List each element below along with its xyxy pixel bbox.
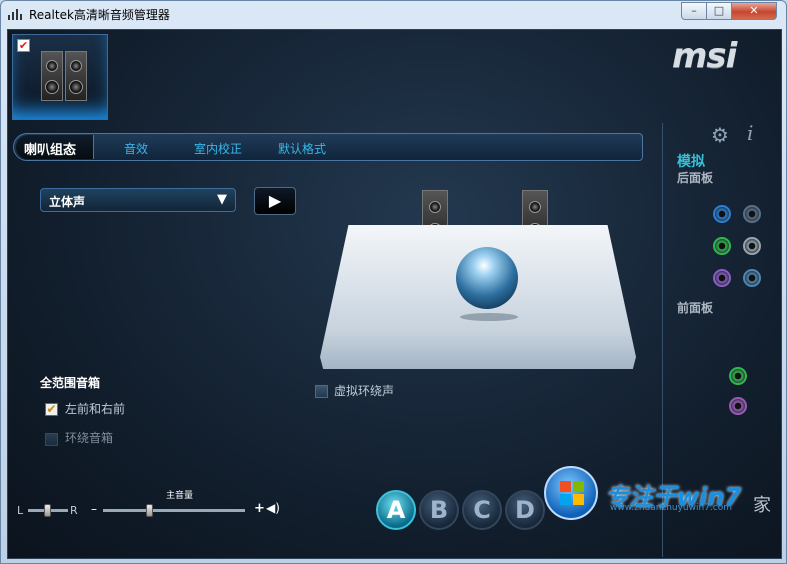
rear-panel-label: 后面板 (677, 171, 714, 185)
msi-logo: msi (672, 36, 737, 76)
listener-shadow (460, 313, 518, 321)
watermark-url: www.zhuanzhuyuwin7.com (610, 503, 733, 513)
tab-speaker-config[interactable]: 喇叭组态 (16, 135, 94, 159)
front-lr-label: 左前和右前 (65, 402, 126, 416)
preset-c-button[interactable]: C (462, 490, 502, 530)
balance-left-label: L (17, 504, 24, 517)
balance-slider[interactable] (28, 504, 68, 517)
preset-d-button[interactable]: D (505, 490, 545, 530)
preset-a-button[interactable]: A (376, 490, 416, 530)
rear-jack-1[interactable] (713, 205, 731, 223)
tab-bar: 喇叭组态 音效 室内校正 默认格式 (13, 133, 643, 161)
front-jack-1[interactable] (729, 367, 747, 385)
volume-bars-icon (8, 8, 24, 20)
rear-jack-2[interactable] (743, 205, 761, 223)
preset-b-button[interactable]: B (419, 490, 459, 530)
main-volume-slider[interactable] (103, 504, 245, 517)
title-bar[interactable]: Realtek高清晰音频管理器 – □ ✕ (1, 1, 786, 27)
listener-orb (456, 247, 518, 309)
watermark-extra: 家 (753, 495, 771, 516)
volume-thumb[interactable] (146, 504, 153, 517)
device-speakers-tile[interactable]: ✔ (12, 34, 108, 120)
info-icon[interactable]: i (747, 121, 753, 145)
surround-checkbox[interactable] (45, 433, 58, 446)
volume-minus-icon[interactable]: – (91, 502, 97, 516)
maximize-button[interactable]: □ (706, 2, 732, 20)
watermark-windows-logo-icon (544, 466, 598, 520)
play-test-button[interactable]: ▶ (254, 187, 296, 215)
app-window: Realtek高清晰音频管理器 – □ ✕ ✔ msi 喇叭组态 音效 室内校正… (0, 0, 787, 564)
device-enabled-checkbox[interactable]: ✔ (17, 39, 30, 52)
front-panel-label: 前面板 (677, 301, 714, 315)
virtual-surround-label: 虚拟环绕声 (334, 384, 395, 398)
front-jack-2[interactable] (729, 397, 747, 415)
tab-room-correction[interactable]: 室内校正 (194, 140, 242, 157)
main-volume-label: 主音量 (166, 491, 194, 501)
rear-jack-5[interactable] (713, 269, 731, 287)
volume-plus-icon[interactable]: + (254, 501, 265, 516)
full-range-heading: 全范围音箱 (40, 376, 101, 390)
balance-thumb[interactable] (44, 504, 51, 517)
rear-jack-6[interactable] (743, 269, 761, 287)
tab-default-format[interactable]: 默认格式 (278, 140, 326, 157)
window-title: Realtek高清晰音频管理器 (29, 8, 170, 22)
chevron-down-icon: ▼ (217, 192, 227, 207)
analog-label: 模拟 (677, 154, 705, 170)
rear-jack-3[interactable] (713, 237, 731, 255)
gear-icon[interactable]: ⚙ (711, 123, 729, 147)
virtual-surround-checkbox[interactable] (315, 385, 328, 398)
balance-right-label: R (70, 504, 78, 517)
minimize-button[interactable]: – (681, 2, 707, 20)
speaker-stage (320, 225, 636, 375)
speaker-mode-value: 立体声 (49, 195, 86, 209)
speaker-mute-icon[interactable]: ◀) (266, 501, 280, 515)
tab-sound-effects[interactable]: 音效 (124, 140, 148, 157)
front-lr-checkbox[interactable]: ✔ (45, 403, 58, 416)
close-button[interactable]: ✕ (731, 2, 777, 20)
surround-label: 环绕音箱 (65, 431, 114, 445)
rear-jack-4[interactable] (743, 237, 761, 255)
speaker-mode-select[interactable]: 立体声 ▼ (40, 188, 236, 212)
